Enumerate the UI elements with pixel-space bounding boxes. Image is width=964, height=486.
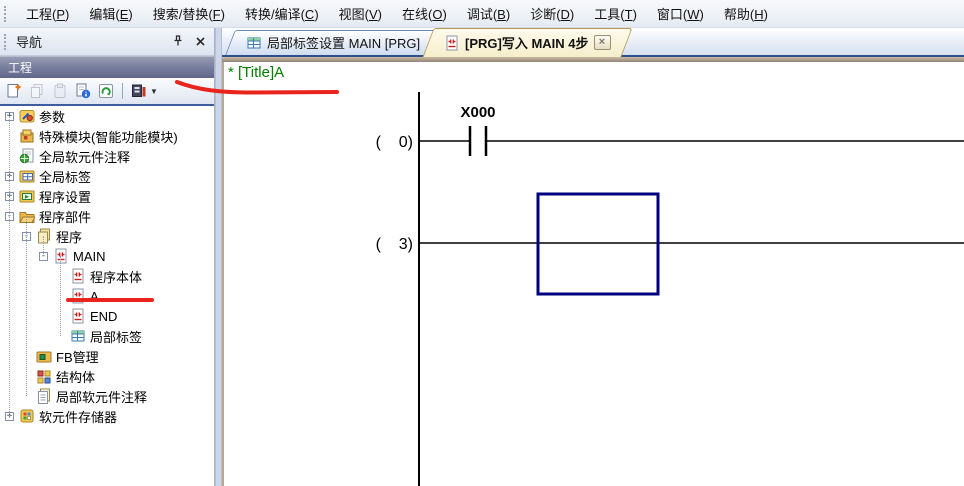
doc-info-icon[interactable] xyxy=(73,81,93,101)
program-setting-icon xyxy=(19,188,36,204)
tree-item-end[interactable]: END xyxy=(0,306,214,326)
close-icon[interactable] xyxy=(192,33,208,49)
tree-item-pou[interactable]: -程序部件 xyxy=(0,206,214,226)
contact-x000[interactable] xyxy=(470,126,486,156)
tab-prg-write-main[interactable]: [PRG]写入 MAIN 4步 × xyxy=(428,28,627,57)
navigation-panel: 导航 工程 ▼ +参数特殊模块(智能功能模块)全局软元件注释+全局标签+程序设置… xyxy=(0,28,215,486)
tree-guide xyxy=(43,236,44,256)
toolbar-separator xyxy=(122,83,123,99)
refresh-icon[interactable] xyxy=(96,81,116,101)
label-table-icon xyxy=(246,35,262,51)
prg-file-icon xyxy=(444,35,460,51)
pin-icon[interactable] xyxy=(170,33,186,49)
menu-item-convert-compile[interactable]: 转换/编译(C) xyxy=(235,0,329,27)
tree-item-device-memory[interactable]: +软元件存储器 xyxy=(0,406,214,426)
prg-file-icon xyxy=(53,248,70,264)
prg-file-icon xyxy=(70,268,87,284)
menu-item-window[interactable]: 窗口(W) xyxy=(647,0,714,27)
ladder-editor[interactable]: * [Title]A ( 0) X000 ( 3) xyxy=(222,62,964,486)
tree-item-program-body[interactable]: 程序本体 xyxy=(0,266,214,286)
edit-cursor-selection-box[interactable] xyxy=(538,194,658,294)
tree-item-main[interactable]: -MAIN xyxy=(0,246,214,266)
local-comment-icon xyxy=(36,388,53,404)
label-table-icon xyxy=(70,328,87,344)
tree-item-program[interactable]: -程序 xyxy=(0,226,214,246)
tree-item-local-label[interactable]: 局部标签 xyxy=(0,326,214,346)
tree-item-a[interactable]: A xyxy=(0,286,214,306)
navigation-title: 导航 xyxy=(16,32,42,51)
tree-item-global-label[interactable]: +全局标签 xyxy=(0,166,214,186)
editor-area: 局部标签设置 MAIN [PRG] [PRG]写入 MAIN 4步 × * [T… xyxy=(222,28,964,486)
fb-icon xyxy=(36,348,53,364)
global-comment-icon xyxy=(19,148,36,164)
menu-item-debug[interactable]: 调试(B) xyxy=(457,0,520,27)
gx-works2-window: 工程(P)编辑(E)搜索/替换(F)转换/编译(C)视图(V)在线(O)调试(B… xyxy=(0,0,964,486)
project-tree: +参数特殊模块(智能功能模块)全局软元件注释+全局标签+程序设置-程序部件-程序… xyxy=(0,106,214,486)
project-toolbar: ▼ xyxy=(0,78,214,106)
dropdown-arrow-icon[interactable]: ▼ xyxy=(150,87,158,96)
device-memory-icon xyxy=(19,408,36,424)
ladder-canvas[interactable]: ( 0) X000 ( 3) xyxy=(224,62,964,486)
rung3-step-number: ( 3) xyxy=(376,236,413,253)
menu-item-tools[interactable]: 工具(T) xyxy=(584,0,647,27)
project-section-header: 工程 xyxy=(0,56,214,78)
tab-close-button[interactable]: × xyxy=(594,35,611,50)
tab-local-label-setting[interactable]: 局部标签设置 MAIN [PRG] xyxy=(230,30,436,55)
new-doc-icon[interactable] xyxy=(4,81,24,101)
tree-item-fb-manage[interactable]: FB管理 xyxy=(0,346,214,366)
tree-item-param[interactable]: +参数 xyxy=(0,106,214,126)
param-icon xyxy=(19,108,36,124)
program-icon xyxy=(36,228,53,244)
copy-icon[interactable] xyxy=(27,81,47,101)
menu-item-view[interactable]: 视图(V) xyxy=(329,0,392,27)
document-tabbar: 局部标签设置 MAIN [PRG] [PRG]写入 MAIN 4步 × xyxy=(222,28,964,57)
menu-item-search-replace[interactable]: 搜索/替换(F) xyxy=(143,0,235,27)
tree-item-global-device-comment[interactable]: 全局软元件注释 xyxy=(0,146,214,166)
navigation-grip[interactable] xyxy=(4,34,7,50)
tree-guide xyxy=(9,116,10,416)
paste-icon[interactable] xyxy=(50,81,70,101)
tree-item-program-setting[interactable]: +程序设置 xyxy=(0,186,214,206)
menu-item-edit[interactable]: 编辑(E) xyxy=(79,0,142,27)
rung0-step-number: ( 0) xyxy=(376,134,413,151)
menu-item-project[interactable]: 工程(P) xyxy=(16,0,79,27)
tree-item-special-module[interactable]: 特殊模块(智能功能模块) xyxy=(0,126,214,146)
tree-item-struct[interactable]: 结构体 xyxy=(0,366,214,386)
menu-bar-items: 工程(P)编辑(E)搜索/替换(F)转换/编译(C)视图(V)在线(O)调试(B… xyxy=(16,0,778,27)
navigation-titlebar: 导航 xyxy=(0,28,214,56)
tree-guide xyxy=(26,216,27,396)
menu-item-help[interactable]: 帮助(H) xyxy=(714,0,778,27)
contact-x000-label: X000 xyxy=(460,104,495,121)
tree-item-local-device-comment[interactable]: 局部软元件注释 xyxy=(0,386,214,406)
menu-item-online[interactable]: 在线(O) xyxy=(392,0,457,27)
menu-item-diagnostics[interactable]: 诊断(D) xyxy=(520,0,584,27)
menu-bar: 工程(P)编辑(E)搜索/替换(F)转换/编译(C)视图(V)在线(O)调试(B… xyxy=(0,0,964,28)
menubar-grip[interactable] xyxy=(4,6,7,22)
global-label-icon xyxy=(19,168,36,184)
sort-filter-icon[interactable] xyxy=(129,81,149,101)
struct-icon xyxy=(36,368,53,384)
tree-rows: +参数特殊模块(智能功能模块)全局软元件注释+全局标签+程序设置-程序部件-程序… xyxy=(0,106,214,426)
module-icon xyxy=(19,128,36,144)
prg-file-icon xyxy=(70,308,87,324)
panel-splitter[interactable] xyxy=(215,28,222,486)
pou-icon xyxy=(19,208,36,224)
prg-file-icon xyxy=(70,288,87,304)
tree-guide xyxy=(60,256,61,336)
